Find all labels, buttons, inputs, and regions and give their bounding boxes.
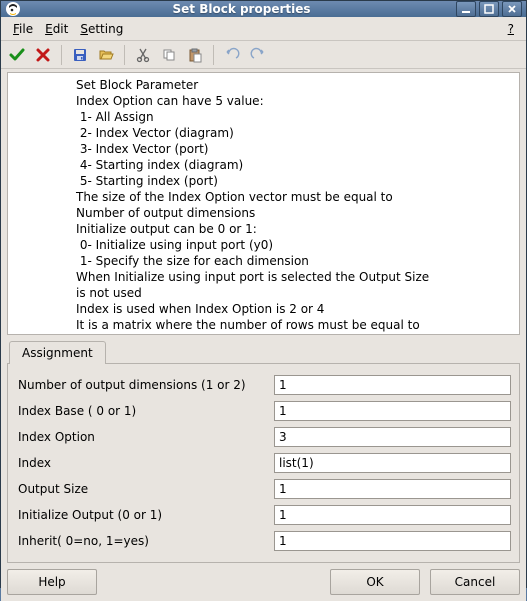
toolbar-paste[interactable] [183,43,207,67]
label-inherit: Inherit( 0=no, 1=yes) [16,534,274,548]
menu-setting[interactable]: Setting [74,20,129,38]
toolbar-separator [61,45,62,65]
toolbar-copy[interactable] [157,43,181,67]
toolbar-separator [213,45,214,65]
row-output-size: Output Size [16,476,511,502]
help-button[interactable]: Help [7,569,97,595]
toolbar-separator [124,45,125,65]
toolbar-open[interactable] [94,43,118,67]
label-initialize-output: Initialize Output (0 or 1) [16,508,274,522]
input-index-option[interactable] [274,427,511,447]
row-index-base: Index Base ( 0 or 1) [16,398,511,424]
button-bar: Help OK Cancel [1,563,526,601]
menubar: File Edit Setting ? [1,17,526,41]
input-output-size[interactable] [274,479,511,499]
ok-button[interactable]: OK [330,569,420,595]
client-area: File Edit Setting ? [1,17,526,601]
dialog-window: Set Block properties File Edit Setting ? [0,0,527,588]
menu-edit[interactable]: Edit [39,20,74,38]
toolbar-apply[interactable] [5,43,29,67]
menu-help[interactable]: ? [502,20,520,38]
tab-assignment[interactable]: Assignment [9,341,106,364]
minimize-button[interactable] [456,1,476,17]
row-index-option: Index Option [16,424,511,450]
label-index-base: Index Base ( 0 or 1) [16,404,274,418]
toolbar-cut[interactable] [131,43,155,67]
input-num-output-dimensions[interactable] [274,375,511,395]
window-title: Set Block properties [27,2,456,16]
input-index-base[interactable] [274,401,511,421]
description-wrap: Set Block Parameter Index Option can hav… [1,69,526,338]
toolbar-cancel[interactable] [31,43,55,67]
toolbar [1,41,526,69]
row-initialize-output: Initialize Output (0 or 1) [16,502,511,528]
toolbar-undo[interactable] [220,43,244,67]
menu-file[interactable]: File [7,20,39,38]
cancel-button[interactable]: Cancel [430,569,520,595]
maximize-button[interactable] [479,1,499,17]
titlebar: Set Block properties [1,1,526,17]
tabbar: Assignment [1,340,526,363]
input-index[interactable] [274,453,511,473]
toolbar-redo[interactable] [246,43,270,67]
close-button[interactable] [502,1,522,17]
row-num-output-dimensions: Number of output dimensions (1 or 2) [16,372,511,398]
row-index: Index [16,450,511,476]
label-index: Index [16,456,274,470]
row-inherit: Inherit( 0=no, 1=yes) [16,528,511,554]
label-output-size: Output Size [16,482,274,496]
input-inherit[interactable] [274,531,511,551]
label-num-output-dimensions: Number of output dimensions (1 or 2) [16,378,274,392]
window-buttons [456,1,522,17]
label-index-option: Index Option [16,430,274,444]
app-icon [5,1,21,17]
input-initialize-output[interactable] [274,505,511,525]
description-text: Set Block Parameter Index Option can hav… [7,72,520,335]
toolbar-save[interactable] [68,43,92,67]
tab-panel-assignment: Number of output dimensions (1 or 2) Ind… [7,363,520,563]
